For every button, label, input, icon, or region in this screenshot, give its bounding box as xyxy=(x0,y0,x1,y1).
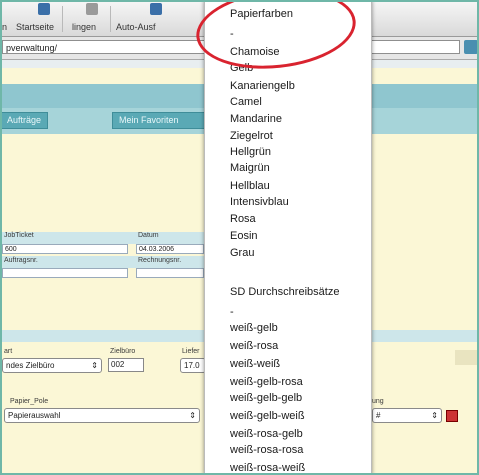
menu-separator: - xyxy=(230,306,234,318)
tab-auftraege[interactable]: Aufträge xyxy=(0,112,49,129)
menu-item[interactable]: weiß-gelb xyxy=(230,322,278,334)
menu-item[interactable]: weiß-rosa xyxy=(230,340,278,352)
menu-item[interactable]: Mandarine xyxy=(230,113,282,125)
right-panel xyxy=(455,350,479,365)
go-button[interactable] xyxy=(464,40,478,54)
menu-item[interactable]: weiß-weiß xyxy=(230,358,280,370)
papier-pole-label: Papier_Pole xyxy=(10,398,49,405)
toolbar-autofill-button[interactable]: Auto-Ausf xyxy=(116,22,156,32)
toolbar-home-button[interactable]: Startseite xyxy=(16,22,54,32)
menu-item[interactable]: Grau xyxy=(230,247,254,259)
toolbar-settings-button[interactable]: lingen xyxy=(72,22,96,32)
menu-item[interactable]: weiß-gelb-rosa xyxy=(230,376,303,388)
rechnungsnr-label: Rechnungsnr. xyxy=(138,257,182,264)
right-select-value: # xyxy=(376,411,381,420)
papier-select[interactable]: Papierauswahl ⇕ xyxy=(4,408,200,423)
papier-select-value: Papierauswahl xyxy=(8,411,61,420)
zielburo-input[interactable]: 002 xyxy=(108,358,144,372)
toolbar-back-button[interactable]: n xyxy=(2,22,7,32)
autofill-icon xyxy=(150,3,162,15)
select-arrows-icon: ⇕ xyxy=(189,411,196,420)
menu-item[interactable]: Ziegelrot xyxy=(230,130,273,142)
liefer-input[interactable]: 17.0 xyxy=(180,358,206,373)
menu-item[interactable]: Eosin xyxy=(230,230,258,242)
zielburo-label: Zielbüro xyxy=(110,348,136,355)
menu-item[interactable]: Hellgrün xyxy=(230,146,271,158)
liefer-label: Liefer xyxy=(182,348,200,355)
zielburo-select-value: ndes Zielbüro xyxy=(6,361,55,370)
toolbar-separator xyxy=(62,6,63,32)
datum-field[interactable]: 04.03.2006 xyxy=(136,244,204,254)
menu-item[interactable]: Rosa xyxy=(230,213,256,225)
delete-icon[interactable] xyxy=(446,410,458,422)
menu-item[interactable]: weiß-gelb-weiß xyxy=(230,410,305,422)
paper-color-dropdown[interactable]: Papierfarben - Chamoise Gelb Kanariengelb Cam… xyxy=(204,0,372,475)
menu-item[interactable]: Camel xyxy=(230,96,262,108)
home-icon xyxy=(38,3,50,15)
menu-item[interactable]: Kanariengelb xyxy=(230,80,295,92)
menu-item[interactable]: Intensivblau xyxy=(230,196,289,208)
jobticket-label: JobTicket xyxy=(4,232,34,239)
jobticket-field[interactable]: 600 xyxy=(2,244,128,254)
right-field-label: ung xyxy=(372,398,384,405)
menu-item: SD Durchschreibsätze xyxy=(230,286,340,298)
zielburo-select[interactable]: ndes Zielbüro ⇕ xyxy=(2,358,102,373)
toolbar-separator xyxy=(110,6,111,32)
menu-item[interactable]: Hellblau xyxy=(230,180,270,192)
art-label: art xyxy=(4,348,13,355)
menu-item[interactable]: weiß-rosa-rosa xyxy=(230,444,303,456)
liefer-input-value: 17.0 xyxy=(184,361,200,370)
menu-item[interactable]: Maigrün xyxy=(230,162,270,174)
menu-item[interactable]: weiß-rosa-gelb xyxy=(230,428,303,440)
menu-item[interactable]: weiß-gelb-gelb xyxy=(230,392,302,404)
menu-item[interactable]: weiß-rosa-weiß xyxy=(230,462,305,474)
right-select[interactable]: # ⇕ xyxy=(372,408,442,423)
settings-icon xyxy=(86,3,98,15)
rechnungsnr-field[interactable] xyxy=(136,268,204,278)
auftragsnr-field[interactable] xyxy=(2,268,128,278)
datum-label: Datum xyxy=(138,232,159,239)
tab-favoriten[interactable]: Mein Favoriten xyxy=(112,112,210,129)
select-arrows-icon: ⇕ xyxy=(91,361,98,370)
select-arrows-icon: ⇕ xyxy=(431,411,438,420)
auftragsnr-label: Auftragsnr. xyxy=(4,257,38,264)
